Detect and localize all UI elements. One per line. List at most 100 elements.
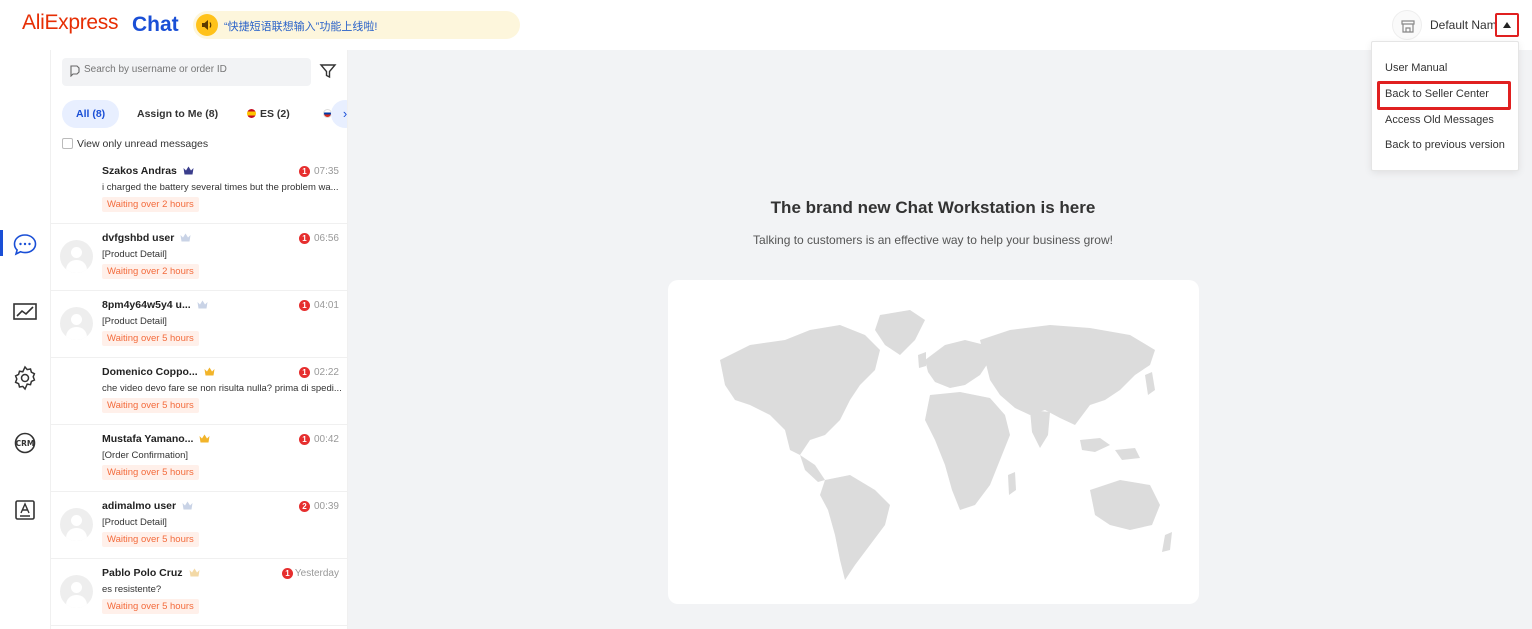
waiting-tag: Waiting over 5 hours [102,532,199,547]
message-time: 06:56 [313,233,339,244]
conversation-tabs: All (8) Assign to Me (8) ES (2) › [62,100,348,130]
menu-item-user-manual[interactable]: User Manual [1385,62,1447,74]
message-preview: [Product Detail] [102,249,167,260]
caret-up-icon [1503,22,1511,28]
conversation-item[interactable]: Szakos Andras 1 07:35 i charged the batt… [51,157,347,224]
contact-name-text: Pablo Polo Cruz [102,567,183,579]
world-map-illustration [720,310,1172,580]
active-indicator [0,230,3,256]
crown-icon [180,233,191,245]
chat-bubble-icon [13,234,37,256]
contact-name-text: dvfgshbd user [102,232,175,244]
message-time: 00:42 [313,434,339,445]
crown-icon [199,434,210,446]
contact-name: adimalmo user [102,500,193,513]
announcement-text: “快捷短语联想输入”功能上线啦! [224,21,378,33]
search-input[interactable] [84,64,304,75]
avatar [60,508,93,541]
contact-name: Szakos Andras [102,165,194,178]
account-dropdown-menu: User Manual Back to Seller Center Access… [1371,41,1519,171]
crown-icon [183,166,194,178]
spain-flag-icon [247,109,256,118]
filter-button[interactable] [319,62,337,80]
contact-name: Pablo Polo Cruz [102,567,200,580]
crown-icon [182,501,193,513]
unread-only-label: View only unread messages [77,138,209,150]
account-menu-toggle[interactable] [1495,13,1519,37]
message-time: 04:01 [313,300,339,311]
waiting-tag: Waiting over 5 hours [102,398,199,413]
avatar [60,307,93,340]
message-preview: [Product Detail] [102,316,167,327]
conversation-item[interactable]: 8pm4y64w5y4 u... 1 04:01 [Product Detail… [51,291,347,358]
crm-icon: CRM [14,432,36,454]
contact-name-text: adimalmo user [102,500,177,512]
main-content: The brand new Chat Workstation is here T… [348,50,1532,629]
conversation-item[interactable]: Mustafa Yamano... 1 00:42 [Order Confirm… [51,425,347,492]
translate-icon [15,500,35,520]
unread-count-badge: 1 [299,300,310,311]
message-time: 00:39 [313,501,339,512]
tab-es-label: ES (2) [260,108,290,120]
contact-name-text: Domenico Coppo... [102,366,198,378]
aliexpress-logo[interactable]: AliExpress [22,11,119,35]
unread-count-badge: 1 [299,166,310,177]
crown-icon [189,568,200,580]
unread-count-badge: 2 [299,501,310,512]
contact-name: Domenico Coppo... [102,366,215,379]
tab-assign-to-me[interactable]: Assign to Me (8) [137,100,218,128]
tab-es[interactable]: ES (2) [247,100,290,128]
chevron-right-icon: › [342,106,348,121]
contact-name-text: Szakos Andras [102,165,177,177]
unread-count-badge: 1 [299,434,310,445]
nav-crm[interactable]: CRM [0,428,50,458]
avatar [60,240,93,273]
message-preview: i charged the battery several times but … [102,182,339,193]
menu-item-access-old-messages[interactable]: Access Old Messages [1385,114,1494,126]
waiting-tag: Waiting over 5 hours [102,599,199,614]
contact-name-text: 8pm4y64w5y4 u... [102,299,191,311]
conversation-item[interactable]: dvfgshbd user 1 06:56 [Product Detail] W… [51,224,347,291]
crown-icon [197,300,208,312]
tab-all[interactable]: All (8) [62,100,120,128]
account-name[interactable]: Default Name [1430,18,1503,32]
waiting-tag: Waiting over 2 hours [102,264,199,279]
nav-analytics[interactable] [0,297,50,327]
top-bar: AliExpress Chat “快捷短语联想输入”功能上线啦! Default… [0,0,1532,50]
contact-name: dvfgshbd user [102,232,191,245]
funnel-icon [319,64,337,79]
highlight-box [1377,81,1511,110]
crown-icon [204,367,215,379]
contact-name-text: Mustafa Yamano... [102,433,194,445]
conversation-list-panel: All (8) Assign to Me (8) ES (2) › View o… [50,50,348,629]
conversation-item[interactable]: Pablo Polo Cruz 1 Yesterday es resistent… [51,559,347,626]
message-time: 02:22 [313,367,339,378]
avatar [60,575,93,608]
menu-item-back-to-previous-version[interactable]: Back to previous version [1385,139,1505,151]
svg-text:CRM: CRM [16,439,35,448]
nav-translate[interactable] [0,495,50,525]
gear-icon [14,365,36,391]
message-time: 07:35 [313,166,339,177]
checkbox-box[interactable] [62,138,73,149]
unread-only-checkbox[interactable]: View only unread messages [62,138,208,150]
search-box[interactable] [62,58,311,86]
contact-name: Mustafa Yamano... [102,433,210,446]
nav-chat[interactable] [0,230,50,260]
store-icon[interactable] [1392,10,1422,40]
search-icon [70,65,80,77]
announcement-banner[interactable]: “快捷短语联想输入”功能上线啦! [193,11,520,39]
conversation-item[interactable]: Domenico Coppo... 1 02:22 che video devo… [51,358,347,425]
message-time: Yesterday [294,568,339,579]
waiting-tag: Waiting over 5 hours [102,465,199,480]
unread-count-badge: 1 [299,367,310,378]
conversation-item[interactable]: adimalmo user 2 00:39 [Product Detail] W… [51,492,347,559]
contact-name: 8pm4y64w5y4 u... [102,299,208,312]
waiting-tag: Waiting over 5 hours [102,331,199,346]
message-preview: che video devo fare se non risulta nulla… [102,383,342,394]
trend-chart-icon [13,303,37,320]
unread-count-badge: 1 [282,568,293,579]
world-map-card [668,280,1199,604]
nav-settings[interactable] [0,362,50,392]
welcome-subtitle: Talking to customers is an effective way… [753,233,1113,247]
